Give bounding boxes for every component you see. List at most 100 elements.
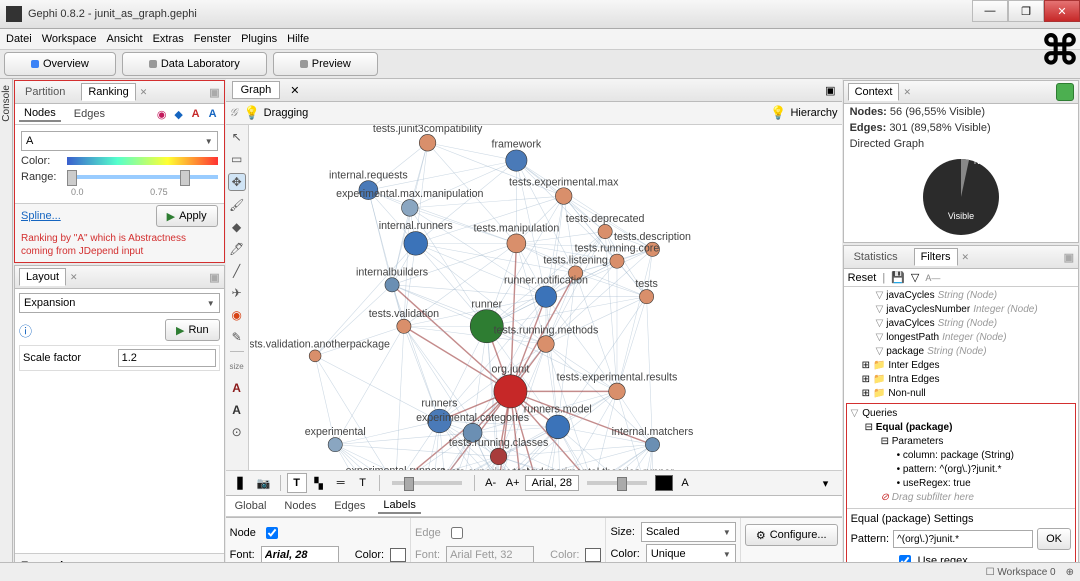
close-button[interactable]: ✕ xyxy=(1044,0,1080,22)
graph-node[interactable] xyxy=(404,232,428,256)
configure-button[interactable]: ⚙Configure... xyxy=(745,524,838,546)
funnel-icon[interactable]: ▽ xyxy=(911,271,919,284)
panel-collapse-button[interactable]: ▣ xyxy=(209,271,219,284)
graph-node[interactable] xyxy=(396,319,410,333)
panel-collapse-button[interactable]: ▣ xyxy=(209,86,219,99)
console-tab[interactable]: Console xyxy=(0,79,13,581)
menu-view[interactable]: Ansicht xyxy=(107,33,143,45)
label-size-mode-dropdown[interactable]: Scaled▼ xyxy=(641,522,736,542)
size-mode-icon[interactable]: ◆ xyxy=(172,107,186,121)
save-filter-icon[interactable]: 💾 xyxy=(891,271,905,284)
screenshot-icon[interactable]: 📷 xyxy=(254,473,274,493)
maximize-button[interactable]: ❐ xyxy=(1008,0,1044,22)
size-tool-icon[interactable]: ◆ xyxy=(229,219,245,235)
graph-node[interactable] xyxy=(328,438,342,452)
edge-tool-icon[interactable]: ╱ xyxy=(229,263,245,279)
workspace-indicator[interactable]: Workspace 0 xyxy=(997,567,1055,578)
refresh-icon[interactable] xyxy=(1056,83,1074,101)
graph-node[interactable] xyxy=(493,375,526,408)
spline-link[interactable]: Spline... xyxy=(21,210,61,222)
graph-node[interactable] xyxy=(507,234,526,253)
font-plus-icon[interactable]: A+ xyxy=(503,473,523,493)
control-icon[interactable]: ⊙ xyxy=(229,424,245,440)
bottom-tab-nodes[interactable]: Nodes xyxy=(279,499,321,513)
label-size-slider[interactable] xyxy=(587,481,647,485)
graph-node[interactable] xyxy=(608,383,625,400)
label-color-swatch[interactable] xyxy=(655,475,673,491)
bottom-tab-labels[interactable]: Labels xyxy=(378,498,420,514)
tab-ranking[interactable]: Ranking xyxy=(81,83,135,101)
text-a2-icon[interactable]: A xyxy=(229,402,245,418)
filter-item[interactable]: ▽javaCyclesNumber Integer (Node) xyxy=(848,303,1074,317)
heatmap-icon[interactable]: ◉ xyxy=(229,307,245,323)
filter-item[interactable]: ▽package String (Node) xyxy=(848,345,1074,359)
bottom-tab-edges[interactable]: Edges xyxy=(329,499,370,513)
filter-item[interactable]: ▽javaCycles String (Node) xyxy=(848,289,1074,303)
edit-tool-icon[interactable]: ✎ xyxy=(229,329,245,345)
tab-graph[interactable]: Graph xyxy=(232,81,281,99)
filter-folder[interactable]: ⊞ 📁 Non-null xyxy=(848,387,1074,401)
layout-algo-dropdown[interactable]: Expansion▼ xyxy=(19,293,220,313)
filter-item[interactable]: ▽javaCylces String (Node) xyxy=(848,317,1074,331)
menu-plugins[interactable]: Plugins xyxy=(241,33,277,45)
subtab-edges[interactable]: Edges xyxy=(69,107,110,121)
node-labels-checkbox[interactable] xyxy=(266,525,278,541)
graph-node[interactable] xyxy=(645,438,659,452)
graph-node[interactable] xyxy=(490,448,507,465)
subtab-nodes[interactable]: Nodes xyxy=(19,106,61,122)
font-display[interactable]: Arial, 28 xyxy=(525,475,579,491)
select-tool-icon[interactable]: ▭ xyxy=(229,151,245,167)
font-minus-icon[interactable]: A- xyxy=(481,473,501,493)
panel-collapse-button[interactable]: ▣ xyxy=(1064,251,1074,264)
menu-extras[interactable]: Extras xyxy=(153,33,184,45)
edge-color-swatch[interactable] xyxy=(585,548,601,562)
tab-overview[interactable]: Overview xyxy=(4,52,116,76)
filter-item[interactable]: ▽longestPath Integer (Node) xyxy=(848,331,1074,345)
apply-button[interactable]: ▶Apply xyxy=(156,205,218,227)
label-color-mode-dropdown[interactable]: Unique▼ xyxy=(646,544,736,564)
range-slider[interactable] xyxy=(67,175,218,179)
graph-node[interactable] xyxy=(309,350,321,362)
show-node-labels-icon[interactable]: T xyxy=(287,473,307,493)
graph-node[interactable] xyxy=(419,134,436,151)
reset-filters-button[interactable]: Reset xyxy=(848,272,877,284)
info-icon[interactable]: ⓘ xyxy=(19,321,32,340)
show-edges-icon[interactable]: ═ xyxy=(331,473,351,493)
tab-data-laboratory[interactable]: Data Laboratory xyxy=(122,52,267,76)
label-color-icon[interactable]: A xyxy=(189,107,203,121)
tab-preview[interactable]: Preview xyxy=(273,52,378,76)
ranking-attribute-dropdown[interactable]: A▼ xyxy=(21,131,218,151)
node-color-swatch[interactable] xyxy=(390,548,406,562)
minimize-button[interactable]: — xyxy=(972,0,1008,22)
text-a-icon[interactable]: A xyxy=(229,380,245,396)
graph-node[interactable] xyxy=(505,150,526,171)
graph-node[interactable] xyxy=(535,286,556,307)
menu-window[interactable]: Fenster xyxy=(194,33,231,45)
expand-toolbar-icon[interactable]: ▾ xyxy=(816,473,836,493)
tab-layout[interactable]: Layout xyxy=(19,268,66,286)
bottom-tab-global[interactable]: Global xyxy=(230,499,272,513)
tab-context[interactable]: Context xyxy=(848,83,900,101)
filter-folder[interactable]: ⊞ 📁 Inter Edges xyxy=(848,359,1074,373)
graph-node[interactable] xyxy=(385,278,399,292)
graph-node[interactable] xyxy=(546,415,570,439)
edge-labels-checkbox[interactable] xyxy=(451,525,463,541)
paint-tool-icon[interactable]: 🖌 xyxy=(229,197,245,213)
filter-library-tree[interactable]: ▽javaCycles String (Node)▽javaCyclesNumb… xyxy=(844,287,1078,401)
attributes-icon[interactable]: A xyxy=(675,473,695,493)
glyph-icon[interactable]: ▚ xyxy=(309,473,329,493)
pointer-tool-icon[interactable]: ↖ xyxy=(229,129,245,145)
drag-subfilter-target[interactable]: Drag subfilter here xyxy=(892,492,974,503)
graph-node[interactable] xyxy=(598,224,612,238)
edge-weight-slider[interactable] xyxy=(392,481,462,485)
edge-color-icon[interactable]: T xyxy=(353,473,373,493)
brush-tool-icon[interactable]: 🖊 xyxy=(229,241,245,257)
move-tool-icon[interactable]: ✥ xyxy=(228,173,246,191)
graph-node[interactable] xyxy=(610,254,624,268)
label-size-icon[interactable]: A xyxy=(206,107,220,121)
ok-button[interactable]: OK xyxy=(1037,528,1071,550)
menu-file[interactable]: Datei xyxy=(6,33,32,45)
tab-statistics[interactable]: Statistics xyxy=(848,249,904,265)
graph-node[interactable] xyxy=(639,290,653,304)
graph-node[interactable] xyxy=(401,200,418,217)
